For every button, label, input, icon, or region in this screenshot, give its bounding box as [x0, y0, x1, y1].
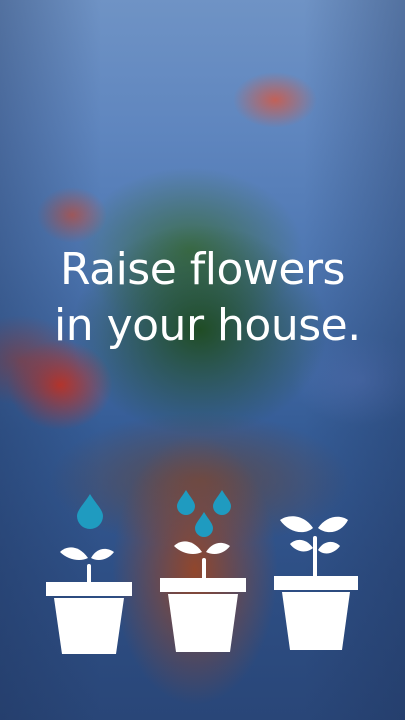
plant-leaf-mid-right — [318, 541, 340, 554]
splash-screen: Raise flowers in your house. — [0, 0, 405, 720]
pot-body — [282, 592, 350, 650]
sprout-leaf-left — [174, 541, 202, 554]
plant-leaf-mid-left — [290, 539, 313, 552]
sprout-pot-one-drop-icon — [44, 490, 136, 660]
pot-rim — [160, 578, 246, 592]
water-drop-icon — [177, 490, 195, 515]
pot-body — [168, 594, 238, 652]
plant-leaf-top-left — [280, 516, 313, 533]
headline: Raise flowers in your house. — [0, 242, 405, 354]
pot-body — [54, 598, 124, 654]
water-drop-icon — [77, 494, 103, 529]
water-drop-icon — [213, 490, 231, 515]
plant-leaf-top-right — [318, 516, 348, 533]
sprout-leaf-right — [206, 542, 230, 554]
sprout-leaf-left — [60, 547, 88, 560]
sprout-pot-three-drops-icon — [158, 488, 250, 658]
pot-rim — [274, 576, 358, 590]
grown-plant-pot-icon — [272, 510, 364, 660]
pot-rim — [46, 582, 132, 596]
sprout-leaf-right — [91, 548, 114, 560]
water-drop-icon — [195, 512, 213, 537]
headline-line-1: Raise flowers — [60, 244, 345, 295]
headline-line-2: in your house. — [54, 300, 361, 351]
